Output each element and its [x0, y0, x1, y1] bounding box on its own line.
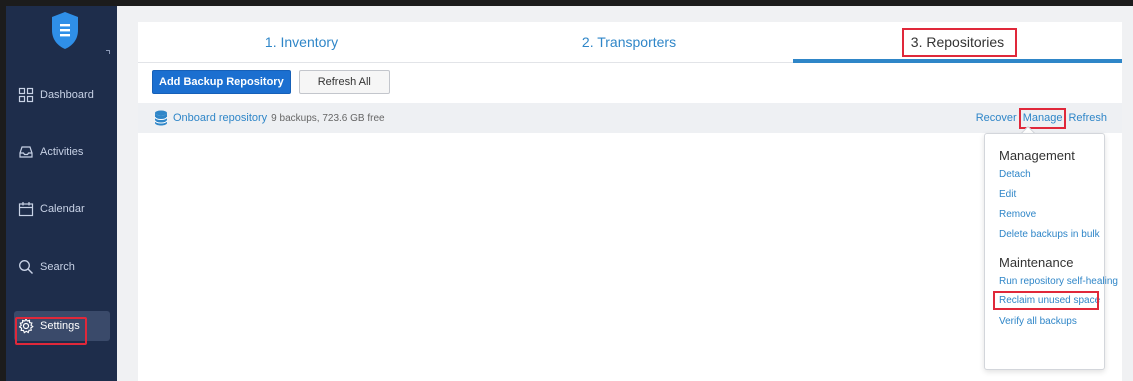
remove-menu-item[interactable]: Remove [999, 209, 1036, 220]
content-background-top [117, 6, 1133, 22]
app-logo[interactable] [50, 10, 80, 50]
sidebar-item-search[interactable]: Search [14, 252, 110, 282]
repository-info: 9 backups, 723.6 GB free [271, 112, 385, 124]
sidebar-item-calendar[interactable]: Calendar [14, 194, 110, 224]
tab-inventory[interactable]: 1. Inventory [138, 22, 465, 62]
management-heading: Management [999, 148, 1075, 163]
settings-tabs: 1. Inventory 2. Transporters 3. Reposito… [138, 22, 1122, 63]
reclaim-unused-space-menu-item[interactable]: Reclaim unused space [999, 295, 1100, 306]
active-tab-indicator [793, 59, 1122, 63]
add-backup-repository-button[interactable]: Add Backup Repository [152, 70, 291, 94]
tab-label: 2. Transporters [581, 34, 677, 50]
detach-menu-item[interactable]: Detach [999, 169, 1031, 180]
sidebar-item-activities[interactable]: Activities [14, 137, 110, 167]
tab-repositories[interactable]: 3. Repositories [793, 22, 1122, 62]
activities-icon [19, 146, 33, 158]
maintenance-heading: Maintenance [999, 255, 1074, 270]
sidebar-item-label: Search [40, 261, 75, 273]
dashboard-icon [18, 87, 34, 103]
database-icon [154, 110, 168, 126]
tab-label: 1. Inventory [264, 34, 339, 50]
sidebar-item-label: Settings [40, 320, 80, 332]
manage-link-label: Manage [1022, 112, 1063, 124]
toolbar: Add Backup Repository Refresh All [152, 70, 390, 94]
tab-transporters[interactable]: 2. Transporters [465, 22, 793, 62]
refresh-all-button[interactable]: Refresh All [298, 70, 390, 94]
repository-name-link[interactable]: Onboard repository [173, 112, 267, 124]
delete-backups-in-bulk-menu-item[interactable]: Delete backups in bulk [999, 229, 1100, 240]
search-icon [19, 260, 33, 274]
tab-label: 3. Repositories [910, 34, 1005, 50]
sidebar-item-settings[interactable]: Settings [14, 311, 110, 341]
edit-menu-item[interactable]: Edit [999, 189, 1016, 200]
sidebar-item-label: Activities [40, 146, 84, 158]
repository-row: Onboard repository 9 backups, 723.6 GB f… [138, 103, 1122, 133]
settings-icon [18, 318, 34, 334]
verify-all-backups-menu-item[interactable]: Verify all backups [999, 316, 1077, 327]
sidebar-item-label: Calendar [40, 203, 85, 215]
content-background-right [1122, 6, 1133, 381]
collapse-toggle-icon[interactable] [106, 50, 110, 54]
sidebar-item-dashboard[interactable]: Dashboard [14, 80, 110, 110]
manage-link[interactable]: Manage [1018, 108, 1067, 129]
recover-link[interactable]: Recover [976, 112, 1017, 124]
calendar-icon [18, 202, 34, 217]
sidebar: Dashboard Activities Calendar Search Set… [6, 6, 117, 381]
run-self-healing-menu-item[interactable]: Run repository self-healing [999, 276, 1118, 287]
repository-actions: Recover Manage Refresh [976, 103, 1107, 133]
manage-dropdown-menu: Management Detach Edit Remove Delete bac… [984, 133, 1118, 370]
sidebar-item-label: Dashboard [40, 89, 94, 101]
refresh-link[interactable]: Refresh [1068, 112, 1107, 124]
content-background [117, 6, 138, 381]
